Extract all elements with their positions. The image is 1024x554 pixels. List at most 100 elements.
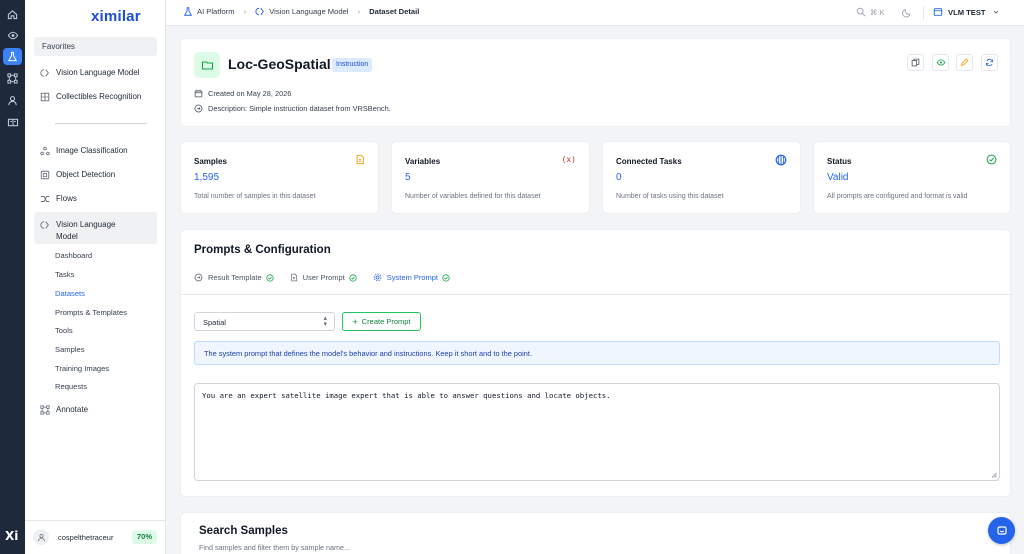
sub-item-prompts-templates[interactable]: Prompts & Templates [55,308,127,317]
avatar[interactable] [33,529,49,545]
favorite-collectibles-recognition[interactable]: Collectibles Recognition [34,87,157,106]
tab-user-prompt[interactable]: User Prompt [290,273,357,282]
favorites-header: Favorites [34,37,157,56]
flask-icon[interactable] [3,48,22,65]
book-icon[interactable] [3,114,22,131]
search-shortcut[interactable]: ⌘ K [856,7,885,17]
vlm-icon [40,68,49,77]
system-prompt-info: The system prompt that defines the model… [194,341,1000,365]
sidebar-item-vision-language-model[interactable]: Vision Language Model [34,212,157,244]
project-selector[interactable]: VLM TEST [933,7,1005,17]
stat-title: Variables [405,157,441,166]
stat-value: 5 [405,172,411,183]
annotate-icon [40,404,50,415]
resize-handle-icon[interactable] [991,472,997,478]
tab-divider [181,294,1013,295]
sidebar-item-label: Annotate [56,405,89,414]
prompts-section-title: Prompts & Configuration [194,244,331,256]
stat-card-samples: Samples 1,595 Total number of samples in… [180,141,379,214]
folder-icon [194,52,220,78]
tab-result-template[interactable]: Result Template [194,273,274,282]
tasks-icon [775,154,787,168]
sidebar-item-image-classification[interactable]: Image Classification [34,141,157,160]
template-icon [194,273,203,282]
sub-item-requests[interactable]: Requests [55,382,87,391]
stat-title: Samples [194,157,227,166]
vlm-icon [40,221,49,229]
sidebar: ximilar Favorites Vision Language Model … [25,0,166,554]
chat-button[interactable] [988,517,1015,544]
stat-value: Valid [827,172,849,183]
sidebar-item-label: Vision Language Model [56,220,116,241]
stat-description: Number of tasks using this dataset [616,193,724,200]
sidebar-item-object-detection[interactable]: Object Detection [34,165,157,184]
top-bar: AI Platform › Vision Language Model › Da… [166,0,1024,26]
breadcrumb-current: Dataset Detail [369,7,420,16]
prompt-select[interactable]: Spatial ▴ ▾ [194,312,335,331]
search-samples-subtitle: Find samples and filter them by sample n… [199,543,351,552]
stat-description: All prompts are configured and format is… [827,193,968,200]
nodes-icon[interactable] [3,70,22,87]
sub-item-dashboard[interactable]: Dashboard [55,251,92,260]
dataset-type-badge: Instruction [332,58,373,72]
prompt-tabs: Result Template User Prompt System Promp… [194,273,466,282]
view-button[interactable] [932,54,949,71]
prompts-card: Prompts & Configuration Result Template … [180,229,1013,497]
sub-item-tools[interactable]: Tools [55,326,73,335]
breadcrumb-ai-platform[interactable]: AI Platform [197,7,235,16]
brand-logo[interactable]: Xi [5,529,18,543]
sidebar-item-flows[interactable]: Flows [34,189,157,208]
create-prompt-button[interactable]: + Create Prompt [342,312,421,331]
tab-system-prompt[interactable]: System Prompt [373,273,450,282]
classification-icon [40,146,50,155]
chevron-down-icon [993,10,998,14]
sub-item-samples[interactable]: Samples [55,345,85,354]
breadcrumb-vision-language-model[interactable]: Vision Language Model [269,7,348,16]
file-icon [355,154,365,167]
breadcrumb-separator: › [243,7,247,16]
check-circle-icon [266,273,274,282]
detection-icon [40,170,50,179]
sub-item-datasets[interactable]: Datasets [55,289,85,298]
refresh-button[interactable] [981,54,998,71]
stat-card-variables: Variables (x) 5 Number of variables defi… [391,141,590,214]
ximilar-logo[interactable]: ximilar [91,8,141,25]
home-icon[interactable] [3,6,22,23]
icon-rail: Xi [0,0,25,554]
user-icon [37,533,45,541]
eye-icon[interactable] [3,27,22,44]
sidebar-item-annotate[interactable]: Annotate [34,400,157,419]
shortcut-label: ⌘ K [870,7,885,17]
created-text: Created on May 28, 2026 [208,89,292,98]
breadcrumb-separator: › [357,7,361,16]
chat-icon [996,525,1007,535]
flask-icon [183,7,193,16]
tab-label: System Prompt [386,273,438,282]
stat-card-status: Status Valid All prompts are configured … [813,141,1011,214]
favorite-label: Collectibles Recognition [56,92,142,101]
copy-icon [911,58,920,67]
check-circle-icon [442,273,450,282]
stat-value: 1,595 [194,172,220,183]
edit-button[interactable] [956,54,973,71]
sidebar-divider [55,123,147,124]
tab-label: Result Template [208,273,262,282]
variable-icon: (x) [561,155,576,164]
copy-button[interactable] [907,54,924,71]
favorite-vision-language-model[interactable]: Vision Language Model [34,63,157,82]
favorite-label: Vision Language Model [56,68,140,77]
stat-title: Status [827,157,852,166]
username[interactable]: cospelthetraceur [58,533,113,542]
dataset-header-card: Loc-GeoSpatial Instruction Created on Ma… [180,38,1011,127]
system-prompt-textarea[interactable]: You are an expert satellite image expert… [194,383,1000,481]
user-icon[interactable] [3,92,22,109]
moon-icon[interactable] [902,7,912,20]
sub-item-training-images[interactable]: Training Images [55,364,109,373]
topbar-divider [923,6,924,20]
prompt-text: You are an expert satellite image expert… [202,391,611,400]
search-samples-title: Search Samples [199,525,288,537]
sub-item-tasks[interactable]: Tasks [55,270,74,279]
arrow-circle-icon [194,104,203,113]
vlm-icon [255,7,265,16]
sidebar-item-label: Object Detection [56,170,116,179]
